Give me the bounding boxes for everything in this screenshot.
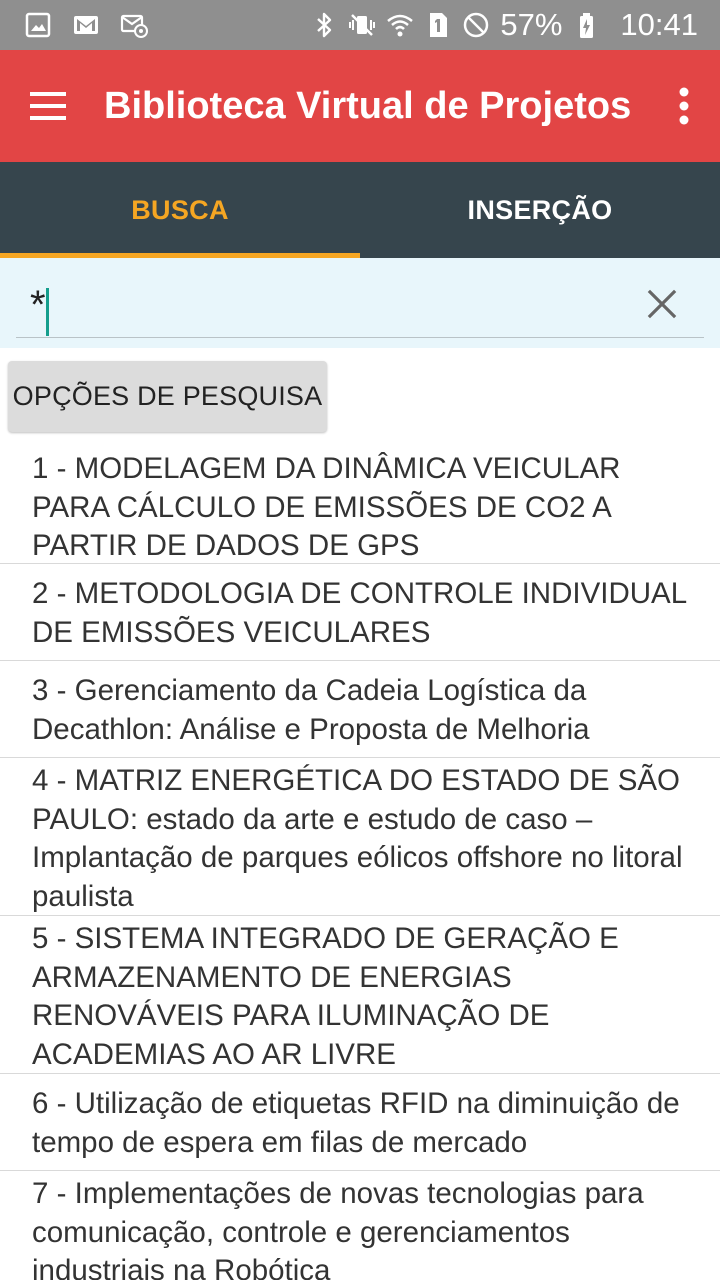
app-bar: Biblioteca Virtual de Projetos (0, 50, 720, 162)
tab-insercao[interactable]: INSERÇÃO (360, 162, 720, 258)
hamburger-icon (30, 92, 66, 120)
result-item-1[interactable]: 1 - MODELAGEM DA DINÂMICA VEICULAR PARA … (0, 448, 720, 564)
result-text: 4 - MATRIZ ENERGÉTICA DO ESTADO DE SÃO P… (32, 764, 683, 913)
sim-1-icon (424, 11, 452, 39)
search-options-button[interactable]: OPÇÕES DE PESQUISA (8, 361, 327, 432)
app-title: Biblioteca Virtual de Projetos (104, 85, 632, 127)
more-vert-icon (679, 87, 689, 125)
result-text: 5 - SISTEMA INTEGRADO DE GERAÇÃO E ARMAZ… (32, 922, 619, 1071)
tab-busca[interactable]: BUSCA (0, 162, 360, 258)
overflow-menu-button[interactable] (668, 78, 700, 134)
result-text: 6 - Utilização de etiquetas RFID na dimi… (32, 1087, 680, 1159)
result-text: 7 - Implementações de novas tecnologias … (32, 1177, 644, 1280)
result-item-2[interactable]: 2 - METODOLOGIA DE CONTROLE INDIVIDUAL D… (0, 564, 720, 661)
status-bar: 57% 10:41 (0, 0, 720, 50)
clear-search-button[interactable] (644, 286, 680, 322)
close-icon (647, 289, 677, 319)
image-icon (24, 11, 52, 39)
battery-percent: 57% (500, 7, 563, 42)
result-item-4[interactable]: 4 - MATRIZ ENERGÉTICA DO ESTADO DE SÃO P… (0, 758, 720, 916)
results-list: 1 - MODELAGEM DA DINÂMICA VEICULAR PARA … (0, 448, 720, 1280)
mail-at-icon (120, 11, 148, 39)
result-item-5[interactable]: 5 - SISTEMA INTEGRADO DE GERAÇÃO E ARMAZ… (0, 916, 720, 1074)
system-icons: 57% 10:41 (310, 6, 698, 44)
search-input-value: * (30, 283, 46, 327)
battery-charging-icon (572, 11, 600, 39)
result-text: 3 - Gerenciamento da Cadeia Logística da… (32, 674, 590, 746)
vibrate-icon (348, 11, 376, 39)
text-caret (46, 288, 49, 336)
tab-bar: BUSCA INSERÇÃO (0, 162, 720, 258)
bluetooth-icon (310, 11, 338, 39)
result-item-6[interactable]: 6 - Utilização de etiquetas RFID na dimi… (0, 1074, 720, 1171)
search-input[interactable]: * (16, 268, 704, 338)
notification-icons (24, 10, 148, 40)
wifi-icon (386, 11, 414, 39)
gmail-icon (72, 11, 100, 39)
search-bar: * (0, 258, 720, 348)
result-text: 1 - MODELAGEM DA DINÂMICA VEICULAR PARA … (32, 452, 621, 562)
hamburger-menu-button[interactable] (16, 74, 80, 138)
clock: 10:41 (620, 7, 698, 42)
result-item-7[interactable]: 7 - Implementações de novas tecnologias … (0, 1171, 720, 1280)
result-text: 2 - METODOLOGIA DE CONTROLE INDIVIDUAL D… (32, 577, 687, 649)
result-item-3[interactable]: 3 - Gerenciamento da Cadeia Logística da… (0, 661, 720, 758)
do-not-disturb-icon (462, 11, 490, 39)
